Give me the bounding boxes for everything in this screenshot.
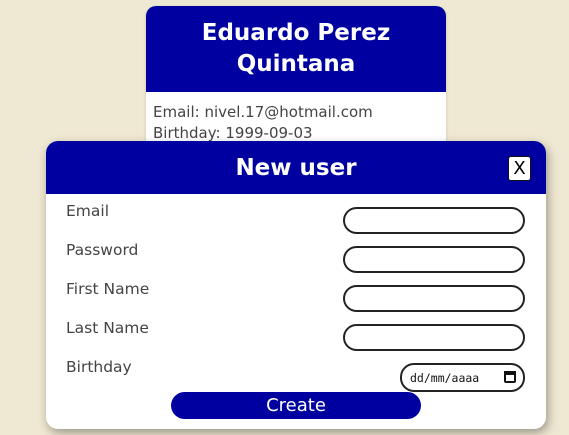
birthday-placeholder: dd/mm/aaaa xyxy=(410,370,480,385)
first-name-field[interactable] xyxy=(343,285,525,312)
app-page: Eduardo Perez Quintana Email: nivel.17@h… xyxy=(0,0,569,435)
password-label: Password xyxy=(66,241,139,259)
birthday-date-field[interactable]: dd/mm/aaaa xyxy=(400,363,525,392)
profile-birthday-value: 1999-09-03 xyxy=(225,124,313,142)
new-user-modal: New user X Email Password First Name Las… xyxy=(46,141,546,429)
close-button[interactable]: X xyxy=(508,156,531,181)
profile-birthday-label: Birthday: xyxy=(153,124,221,142)
calendar-icon[interactable] xyxy=(504,371,516,383)
create-button[interactable]: Create xyxy=(171,392,421,419)
profile-email-row: Email: nivel.17@hotmail.com xyxy=(153,102,439,123)
birthday-label: Birthday xyxy=(66,358,132,376)
first-name-row: First Name xyxy=(46,279,546,312)
birthday-row: Birthday dd/mm/aaaa xyxy=(46,357,546,392)
email-row: Email xyxy=(46,201,546,234)
password-row: Password xyxy=(46,240,546,273)
password-field[interactable] xyxy=(343,246,525,273)
profile-email-value: nivel.17@hotmail.com xyxy=(204,103,373,121)
email-field[interactable] xyxy=(343,207,525,234)
last-name-label: Last Name xyxy=(66,319,149,337)
first-name-label: First Name xyxy=(66,280,150,298)
modal-title: New user xyxy=(235,154,357,181)
profile-email-label: Email: xyxy=(153,103,200,121)
close-icon: X xyxy=(513,157,526,179)
modal-header: New user X xyxy=(46,141,546,194)
email-label: Email xyxy=(66,202,110,220)
profile-name: Eduardo Perez Quintana xyxy=(146,6,446,92)
last-name-field[interactable] xyxy=(343,324,525,351)
last-name-row: Last Name xyxy=(46,318,546,351)
